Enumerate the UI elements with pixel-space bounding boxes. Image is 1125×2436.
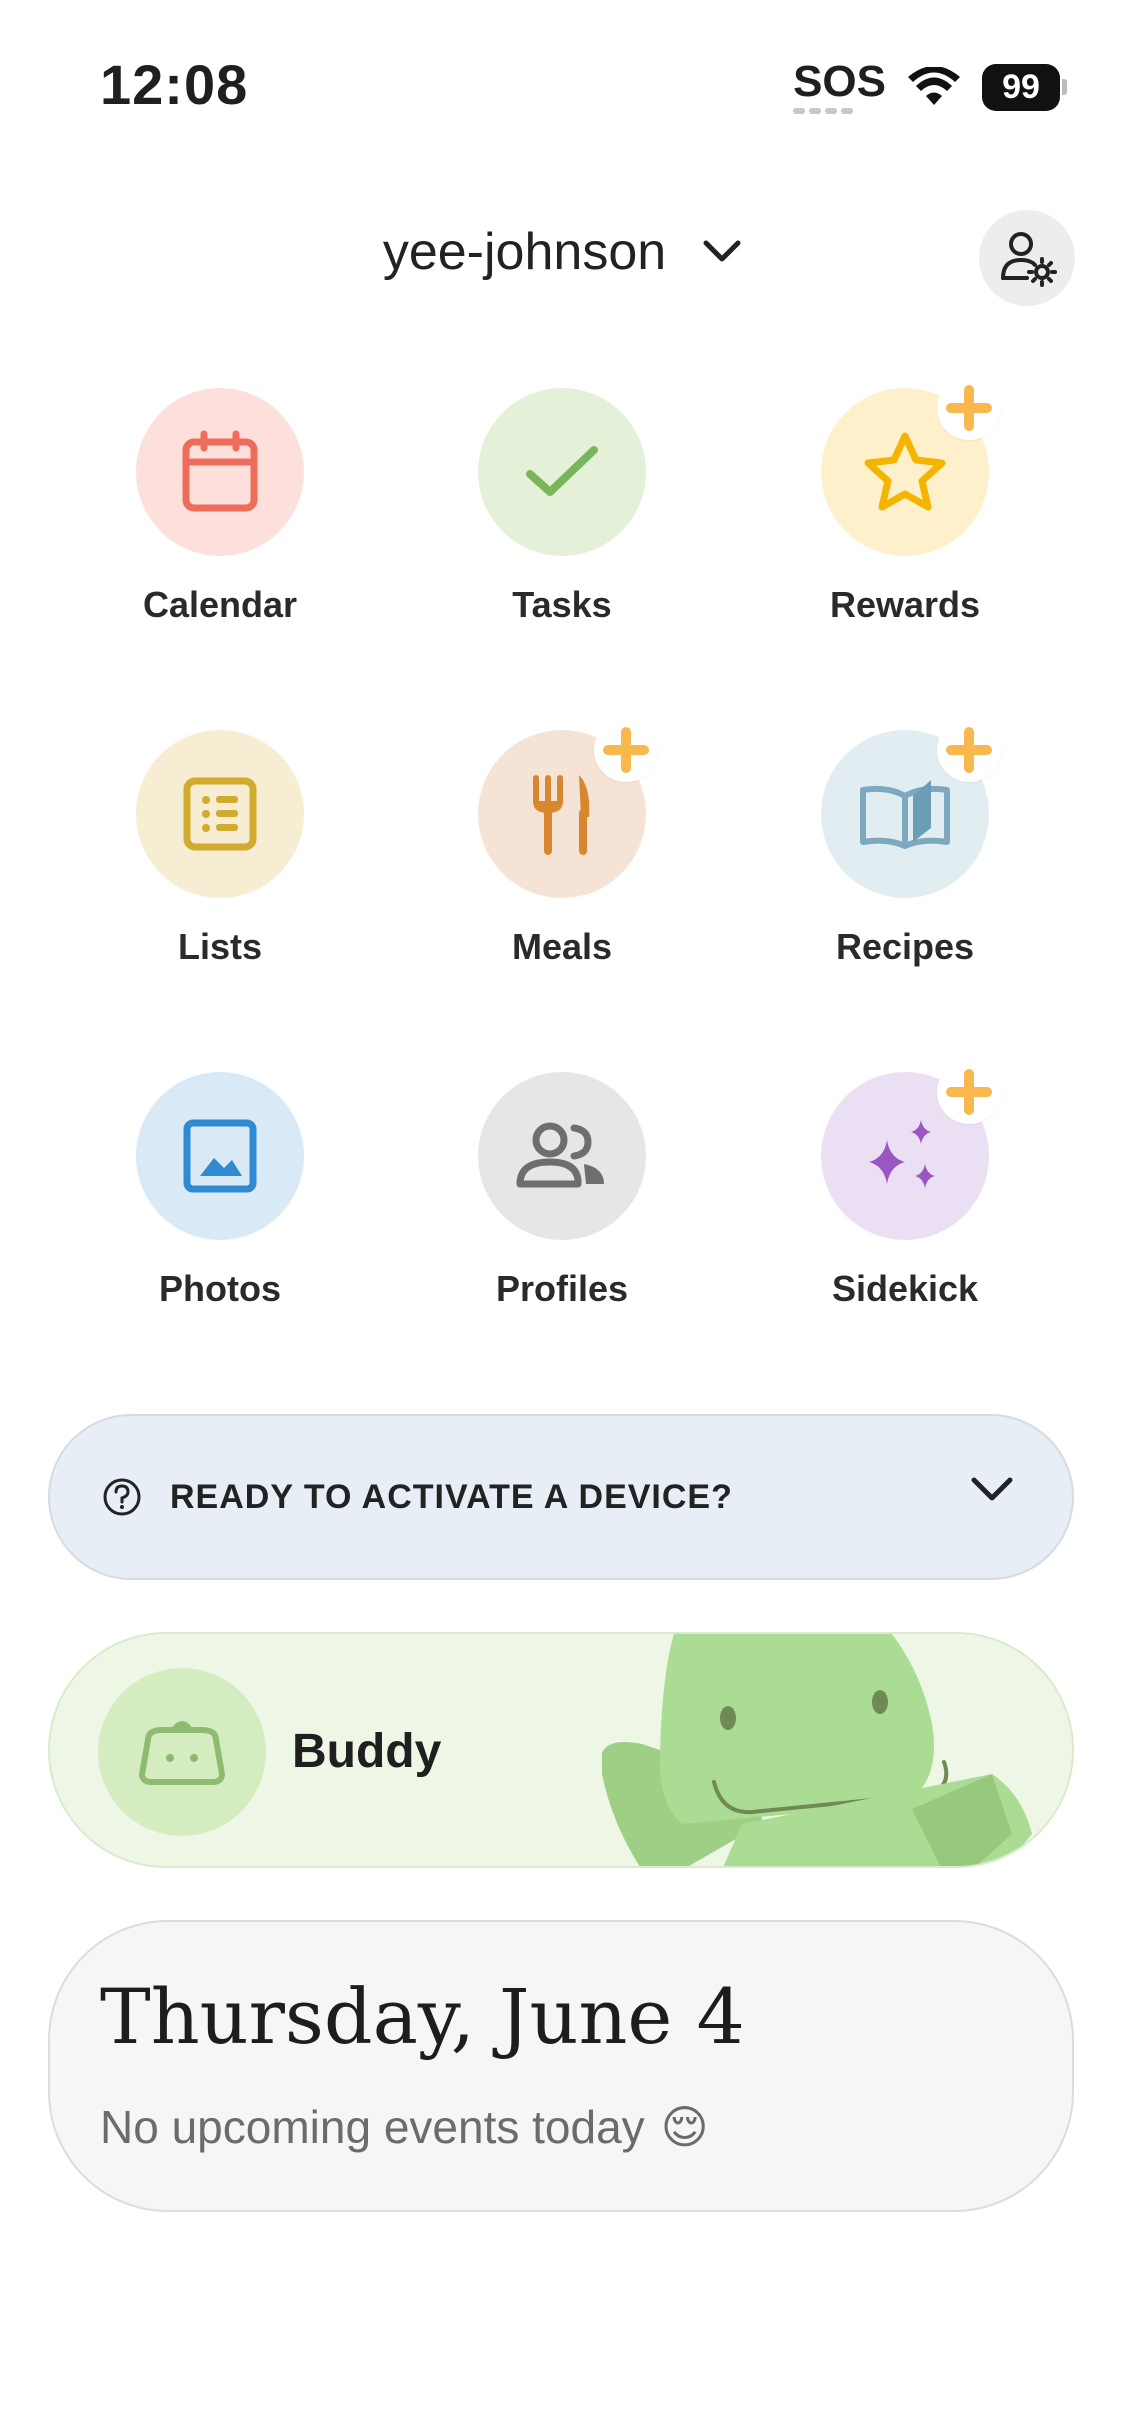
app-tasks[interactable]: Tasks bbox=[412, 388, 712, 626]
app-label: Rewards bbox=[829, 584, 981, 625]
app-circle bbox=[821, 718, 1001, 898]
relieved-face-emoji: 😌 bbox=[660, 2101, 709, 2153]
add-badge[interactable] bbox=[594, 718, 658, 782]
profile-settings-button[interactable] bbox=[979, 210, 1075, 306]
plus-icon bbox=[946, 1069, 992, 1115]
app-photos[interactable]: Photos bbox=[70, 1072, 370, 1310]
checkmark-icon bbox=[526, 446, 598, 496]
app-recipes[interactable]: Recipes bbox=[755, 718, 1055, 968]
sparkles-icon bbox=[869, 1120, 935, 1188]
app-label: Tasks bbox=[512, 584, 612, 625]
app-lists[interactable]: Lists bbox=[70, 730, 370, 968]
battery-indicator: 99 bbox=[982, 63, 1067, 111]
star-icon bbox=[864, 432, 946, 511]
app-label: Profiles bbox=[495, 1268, 629, 1309]
buddy-avatar bbox=[98, 1668, 266, 1836]
buddy-name: Buddy bbox=[292, 1725, 442, 1778]
app-circle bbox=[821, 376, 1001, 556]
question-circle-icon bbox=[103, 1478, 141, 1516]
app-label: Meals bbox=[511, 926, 613, 967]
app-circle bbox=[136, 730, 304, 898]
fork-knife-icon bbox=[533, 775, 590, 855]
today-message-row: No upcoming events today 😌 bbox=[100, 2100, 709, 2154]
status-indicators: SOS 99 bbox=[793, 60, 1067, 114]
chevron-down-icon bbox=[703, 240, 741, 262]
status-time: 12:08 bbox=[100, 53, 249, 116]
people-icon bbox=[516, 1122, 604, 1188]
buddy-card[interactable]: Buddy bbox=[48, 1632, 1074, 1868]
family-selector[interactable]: yee-johnson bbox=[0, 222, 1125, 282]
activate-device-banner[interactable]: READY TO ACTIVATE A DEVICE? bbox=[48, 1414, 1074, 1580]
add-badge[interactable] bbox=[937, 1060, 1001, 1124]
family-name: yee-johnson bbox=[382, 223, 667, 281]
calendar-icon bbox=[182, 430, 258, 512]
list-icon bbox=[183, 777, 257, 851]
plus-icon bbox=[946, 385, 992, 431]
app-circle bbox=[478, 718, 658, 898]
wifi-icon bbox=[908, 67, 960, 105]
app-circle bbox=[136, 388, 304, 556]
app-label: Photos bbox=[159, 1268, 281, 1309]
signal-dots-icon bbox=[793, 108, 886, 114]
user-settings-icon bbox=[1001, 232, 1057, 287]
today-card[interactable]: Thursday, June 4 No upcoming events toda… bbox=[48, 1920, 1074, 2212]
app-circle bbox=[478, 1072, 646, 1240]
app-profiles[interactable]: Profiles bbox=[412, 1072, 712, 1310]
today-date: Thursday, June 4 bbox=[100, 1972, 745, 2061]
photo-icon bbox=[183, 1119, 257, 1193]
sos-label: SOS bbox=[793, 57, 886, 106]
battery-level: 99 bbox=[982, 63, 1060, 111]
app-rewards[interactable]: Rewards bbox=[755, 376, 1055, 626]
sos-indicator: SOS bbox=[793, 60, 886, 114]
plus-icon bbox=[603, 727, 649, 773]
activate-device-text: READY TO ACTIVATE A DEVICE? bbox=[170, 1477, 733, 1516]
app-calendar[interactable]: Calendar bbox=[70, 388, 370, 626]
app-label: Sidekick bbox=[831, 1268, 979, 1309]
book-icon bbox=[860, 780, 950, 849]
app-sidekick[interactable]: Sidekick bbox=[755, 1060, 1055, 1310]
chevron-down-icon bbox=[971, 1477, 1013, 1501]
app-circle bbox=[136, 1072, 304, 1240]
app-label: Lists bbox=[177, 926, 263, 967]
buddy-character-illustration bbox=[602, 1634, 1032, 1866]
app-circle bbox=[821, 1060, 1001, 1240]
app-circle bbox=[478, 388, 646, 556]
plus-icon bbox=[946, 727, 992, 773]
app-label: Recipes bbox=[835, 926, 975, 967]
add-badge[interactable] bbox=[937, 376, 1001, 440]
app-meals[interactable]: Meals bbox=[412, 718, 712, 968]
no-events-text: No upcoming events today bbox=[100, 2101, 645, 2153]
robot-icon bbox=[139, 1721, 225, 1785]
app-label: Calendar bbox=[142, 584, 298, 625]
add-badge[interactable] bbox=[937, 718, 1001, 782]
